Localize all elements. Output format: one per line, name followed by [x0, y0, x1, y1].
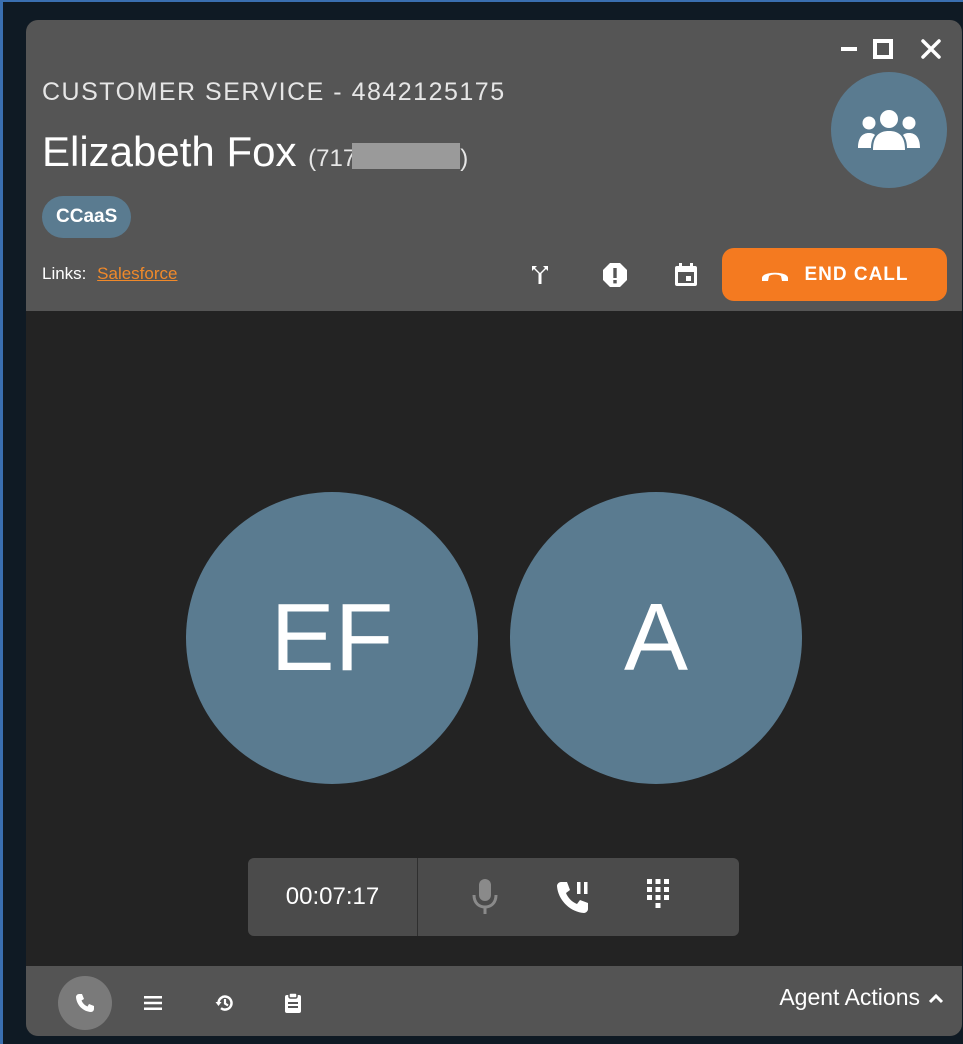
close-icon	[921, 39, 941, 59]
caller-info: Elizabeth Fox (717)	[42, 128, 468, 176]
caller-number: (717)	[308, 143, 469, 172]
close-button[interactable]	[916, 34, 946, 64]
caller-number-end: )	[460, 145, 469, 172]
minimize-icon	[841, 47, 857, 51]
agent-actions-menu[interactable]: Agent Actions	[779, 984, 944, 1011]
footer-call-tab[interactable]	[58, 976, 112, 1030]
microphone-icon	[472, 879, 498, 914]
clipboard-icon	[285, 992, 301, 1013]
participant-avatar-ef: EF	[186, 492, 478, 784]
alert-button[interactable]	[598, 258, 632, 292]
participant-initials: A	[623, 584, 689, 691]
queue-tag-badge[interactable]: CCaaS	[42, 196, 132, 238]
group-icon	[858, 110, 920, 150]
dialpad-icon	[647, 879, 669, 908]
footer-list-tab[interactable]	[126, 976, 180, 1030]
caller-number-start: (717	[308, 145, 357, 172]
call-window: CUSTOMER SERVICE - 4842125175 Elizabeth …	[26, 20, 962, 1036]
history-icon	[215, 995, 233, 1011]
calendar-icon	[675, 263, 697, 286]
end-call-button[interactable]: END CALL	[722, 248, 947, 301]
links-row: Links: Salesforce	[42, 264, 177, 284]
call-control-bar: 00:07:17	[248, 858, 739, 936]
list-icon	[144, 996, 162, 1010]
agent-actions-label: Agent Actions	[779, 984, 920, 1010]
participant-avatar-a: A	[510, 492, 802, 784]
participant-initials: EF	[270, 584, 394, 691]
redacted-block	[352, 143, 461, 169]
maximize-button[interactable]	[868, 34, 898, 64]
schedule-button[interactable]	[669, 258, 703, 292]
footer-bar: Agent Actions	[26, 966, 962, 1036]
queue-label: CUSTOMER SERVICE - 4842125175	[42, 78, 506, 106]
chevron-up-icon	[928, 993, 944, 1003]
end-call-label: END CALL	[804, 263, 909, 285]
maximize-icon	[873, 39, 893, 59]
call-timer: 00:07:17	[248, 858, 418, 936]
footer-notes-tab[interactable]	[266, 976, 320, 1030]
caller-name: Elizabeth Fox	[42, 128, 297, 175]
phone-icon	[76, 994, 94, 1012]
call-header: CUSTOMER SERVICE - 4842125175 Elizabeth …	[26, 20, 962, 311]
hold-button[interactable]	[546, 870, 600, 924]
salesforce-link[interactable]: Salesforce	[97, 264, 177, 283]
merge-button[interactable]	[523, 258, 557, 292]
minimize-button[interactable]	[834, 34, 864, 64]
dialpad-button[interactable]	[631, 870, 685, 924]
mute-button[interactable]	[458, 870, 512, 924]
group-avatar[interactable]	[831, 72, 947, 188]
phone-hold-icon	[557, 882, 588, 913]
merge-icon	[532, 266, 548, 284]
alert-icon	[603, 263, 627, 287]
phone-hangup-icon	[762, 272, 789, 281]
links-label: Links:	[42, 264, 87, 283]
footer-history-tab[interactable]	[198, 976, 252, 1030]
